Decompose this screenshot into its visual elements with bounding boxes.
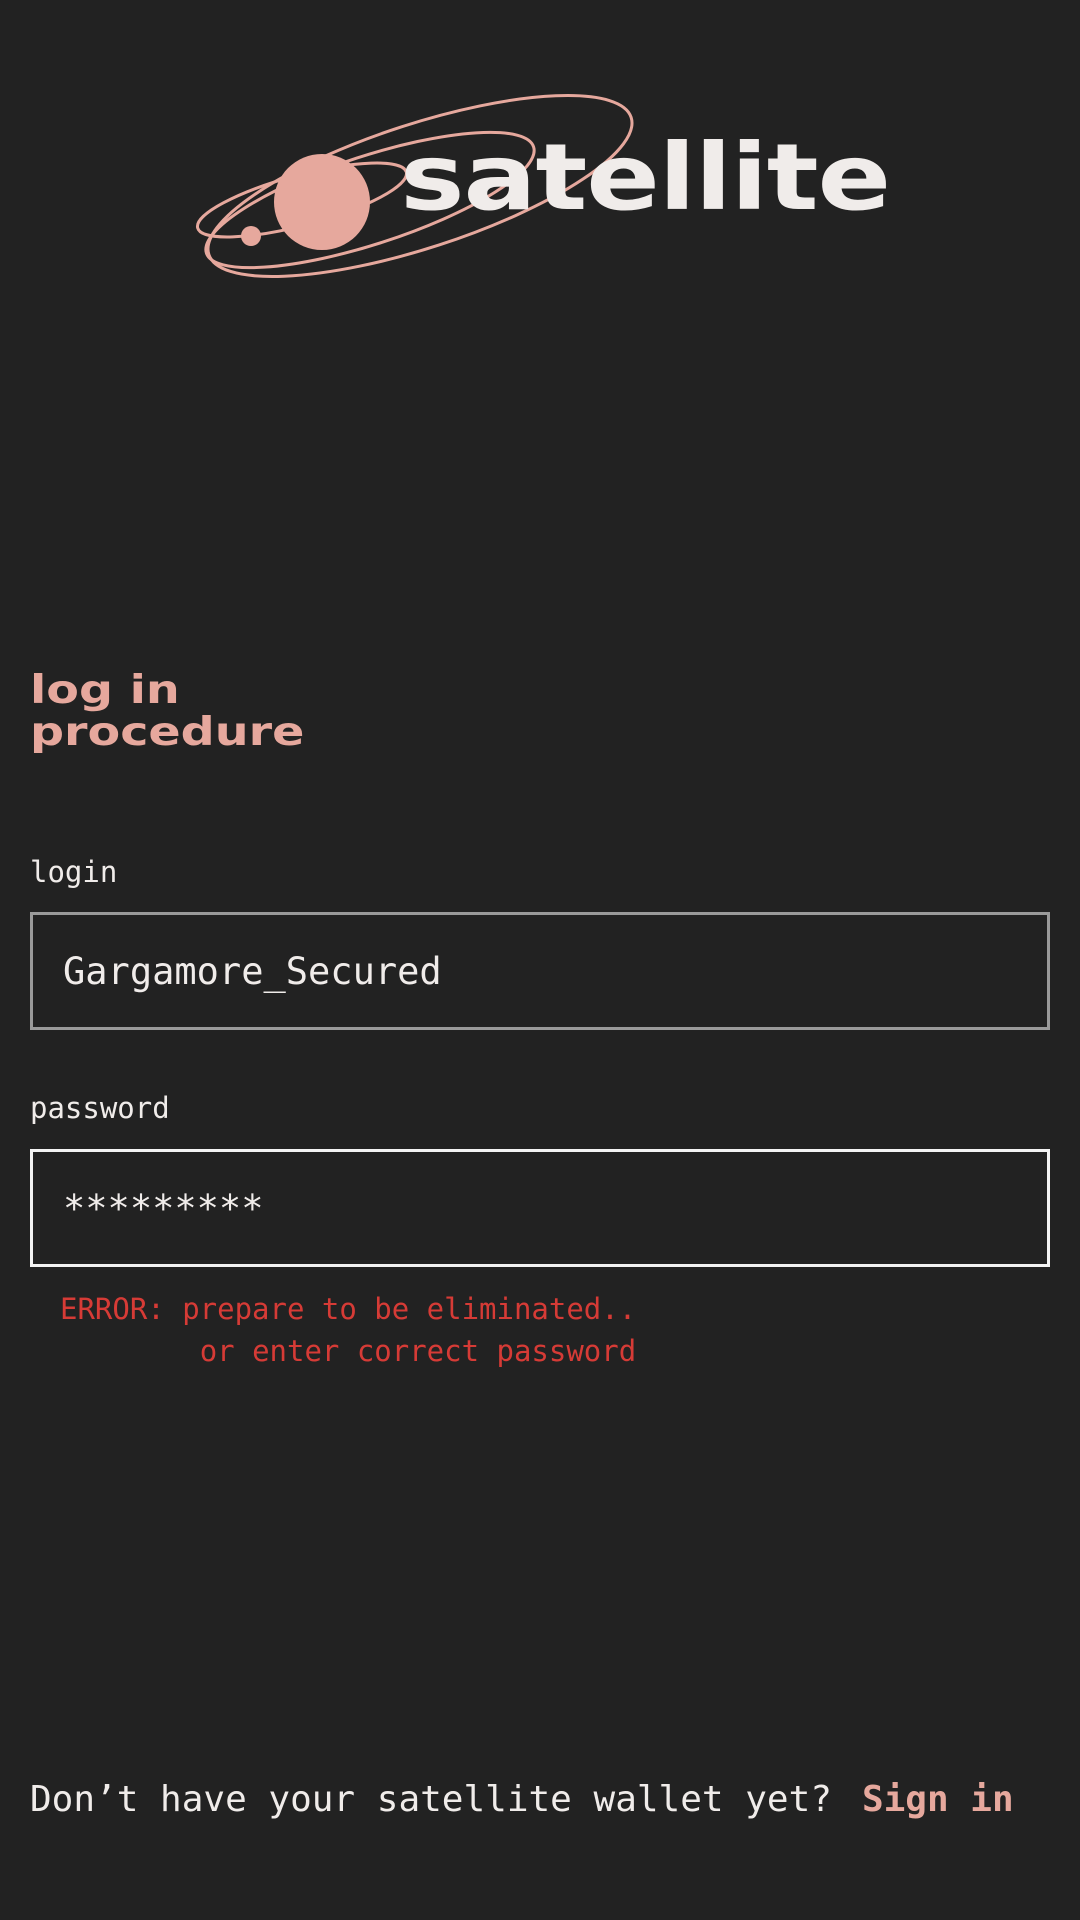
- password-input-value: *********: [63, 1186, 264, 1230]
- error-message-line-1: ERROR: prepare to be eliminated..: [60, 1292, 637, 1326]
- signup-prompt: Don’t have your satellite wallet yet? Sig…: [30, 1782, 1014, 1818]
- error-message-indent: [60, 1334, 200, 1368]
- signup-prompt-text: Don’t have your satellite wallet yet?: [30, 1779, 832, 1820]
- logo-wordmark: satellite: [400, 124, 891, 231]
- satellite-logo: satellite: [190, 88, 891, 288]
- error-message-line-2: or enter correct password: [199, 1334, 637, 1368]
- error-message: ERROR: prepare to be eliminated.. or ent…: [60, 1288, 636, 1372]
- login-label: login: [30, 855, 118, 889]
- login-input[interactable]: Gargamore_Secured: [30, 912, 1050, 1030]
- sign-in-link[interactable]: Sign in: [862, 1779, 1014, 1820]
- login-input-value: Gargamore_Secured: [63, 949, 442, 993]
- page-title-line-1: log in: [30, 668, 180, 713]
- page-title-line-2: procedure: [30, 710, 305, 755]
- password-input[interactable]: *********: [30, 1149, 1050, 1267]
- page-title: log in procedure: [30, 670, 640, 754]
- password-label: password: [30, 1091, 170, 1125]
